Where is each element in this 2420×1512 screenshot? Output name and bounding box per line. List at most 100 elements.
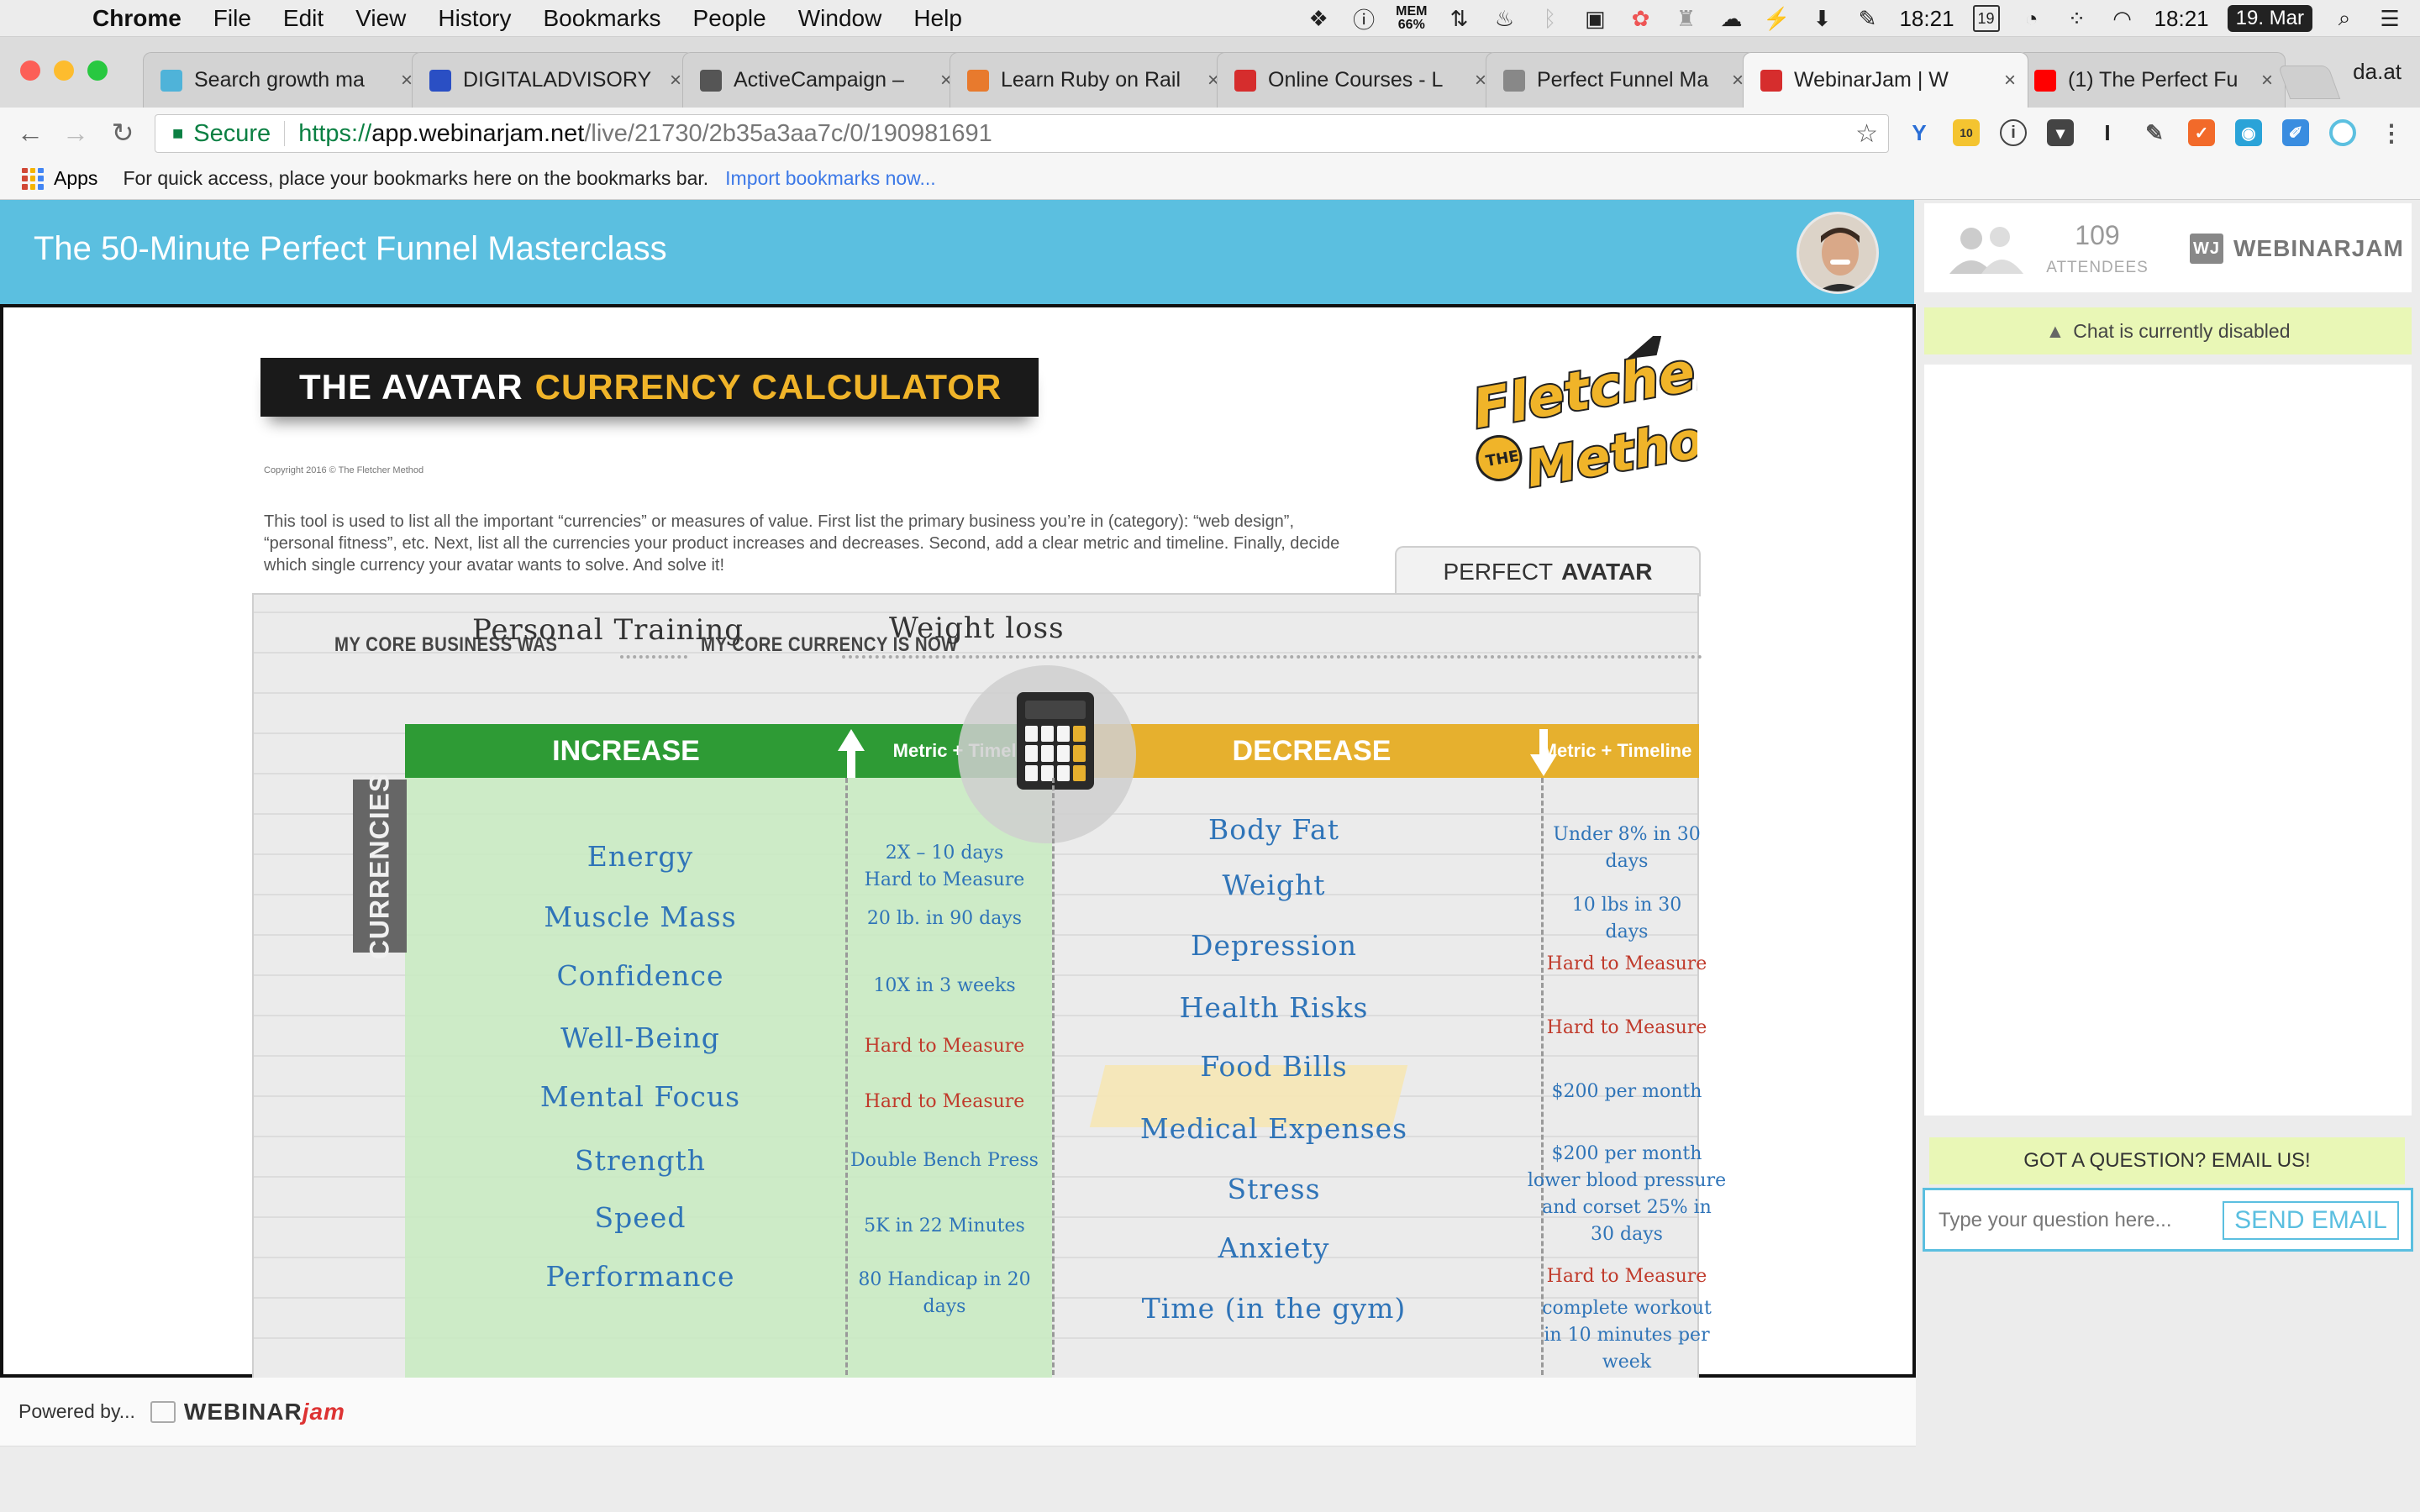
bolt-icon[interactable]: ⚡ — [1763, 5, 1790, 32]
send-email-button[interactable]: SEND EMAIL — [2223, 1201, 2399, 1240]
menubar-date[interactable]: 19. Mar — [2227, 5, 2312, 32]
browser-tab[interactable]: Perfect Funnel Ma × — [1486, 52, 1756, 108]
tab-close-icon[interactable]: × — [1732, 69, 1744, 92]
browser-tab[interactable]: WebinarJam | W × — [1743, 52, 2028, 108]
bookmark-star-icon[interactable]: ☆ — [1855, 119, 1878, 149]
download-icon[interactable]: ⬇ — [1808, 5, 1835, 32]
webinarjam-footer-logo[interactable]: WEBINAR jam — [150, 1399, 345, 1425]
close-window-icon[interactable] — [20, 60, 40, 81]
increase-currency-item: Strength — [574, 1144, 707, 1177]
share-icon[interactable]: ⁘ — [2064, 5, 2091, 32]
apps-grid-icon[interactable] — [22, 167, 44, 190]
fletcher-method-logo-icon: Fletcher THE Method — [1466, 327, 1746, 501]
browser-tab[interactable]: Search growth ma × — [143, 52, 425, 108]
apps-shortcut[interactable]: Apps — [54, 167, 97, 190]
menu-file[interactable]: File — [213, 5, 251, 32]
decrease-currency-item: Weight — [1222, 869, 1326, 901]
forward-arrow-icon[interactable]: → — [59, 116, 92, 150]
question-input[interactable] — [1939, 1204, 2224, 1237]
wifi-icon[interactable]: ◠ — [2109, 5, 2136, 32]
evernote-icon[interactable]: ✎ — [1854, 5, 1881, 32]
browser-toolbar: ← → ↻ ■ Secure https://app.webinarjam.ne… — [0, 108, 2420, 158]
extension-folder-icon[interactable]: 10 — [1953, 119, 1980, 146]
menu-window[interactable]: Window — [798, 5, 882, 32]
menu-help[interactable]: Help — [913, 5, 962, 32]
reload-icon[interactable]: ↻ — [106, 116, 139, 150]
profile-name[interactable]: da.at — [2353, 59, 2402, 85]
flame-icon[interactable]: ♨ — [1491, 5, 1518, 32]
browser-tab[interactable]: (1) The Perfect Fu × — [2017, 52, 2286, 108]
dropbox-icon[interactable]: ❖ — [1305, 5, 1332, 32]
extension-pocket-icon[interactable]: ▾ — [2047, 119, 2074, 146]
menubar-time-1[interactable]: 18:21 — [1899, 6, 1954, 32]
fletcher-method-logo: Fletcher THE Method — [1445, 327, 1746, 529]
chrome-menu-icon[interactable]: ⋮ — [2378, 119, 2405, 146]
chat-messages-area[interactable] — [1924, 365, 2412, 1116]
calendar-icon[interactable]: 19 — [1972, 5, 2000, 32]
menubar-time-2[interactable]: 18:21 — [2154, 6, 2209, 32]
bookmarks-bar: Apps For quick access, place your bookma… — [0, 158, 2420, 200]
bookmarks-hint: For quick access, place your bookmarks h… — [123, 167, 709, 189]
tab-title: (1) The Perfect Fu — [2068, 68, 2238, 92]
menu-people[interactable]: People — [693, 5, 766, 32]
menu-app-chrome[interactable]: Chrome — [92, 5, 182, 32]
url-protocol: https:// — [298, 119, 372, 147]
banner-title-a: THE AVATAR — [299, 367, 523, 407]
webinarjam-logo-icon: WJ — [2190, 234, 2223, 264]
sync-icon[interactable]: ✿ — [1627, 5, 1654, 32]
presenter-avatar — [1797, 212, 1879, 294]
app-icon[interactable]: ▣ — [1581, 5, 1608, 32]
tab-close-icon[interactable]: × — [2261, 69, 2273, 92]
footer-brand-b: jam — [302, 1398, 345, 1425]
tab-title: ActiveCampaign – — [734, 68, 904, 92]
browser-tab[interactable]: ActiveCampaign – × — [682, 52, 965, 108]
tab-favicon-icon — [1760, 69, 1782, 92]
tab-close-icon[interactable]: × — [1475, 69, 1486, 92]
menu-bookmarks[interactable]: Bookmarks — [543, 5, 660, 32]
menu-view[interactable]: View — [355, 5, 406, 32]
increase-currency-item: Energy — [587, 840, 694, 873]
new-tab-button[interactable] — [2277, 66, 2341, 99]
url-host: app.webinarjam.net — [371, 119, 585, 147]
extension-1password-icon[interactable]: i — [2000, 119, 2027, 146]
notification-center-icon[interactable]: ☰ — [2376, 5, 2403, 32]
increase-arrow-icon — [838, 729, 865, 751]
increase-currency-item: Performance — [545, 1260, 735, 1293]
tab-close-icon[interactable]: × — [670, 69, 681, 92]
tab-close-icon[interactable]: × — [2004, 69, 2016, 92]
timer-icon[interactable]: ◔ — [2018, 5, 2045, 32]
decrease-currency-item: Depression — [1191, 929, 1357, 962]
network-icon[interactable]: ⇅ — [1445, 5, 1472, 32]
spotlight-search-icon[interactable]: ⌕ — [2331, 5, 2358, 32]
extension-blue-icon[interactable]: ◉ — [2235, 119, 2262, 146]
minimize-window-icon[interactable] — [54, 60, 74, 81]
extension-v-icon[interactable]: Y — [1906, 119, 1933, 146]
menu-history[interactable]: History — [438, 5, 511, 32]
info-icon[interactable]: ⓘ — [1350, 5, 1377, 33]
increase-currency-item: Mental Focus — [539, 1080, 741, 1113]
extension-pencil-icon[interactable]: ✐ — [2282, 119, 2309, 146]
extension-cursor-icon[interactable]: I — [2094, 119, 2121, 146]
extension-circle-icon[interactable] — [2329, 119, 2356, 146]
cloud-icon[interactable]: ☁ — [1718, 5, 1744, 32]
import-bookmarks-link[interactable]: Import bookmarks now... — [725, 167, 936, 190]
tab-title: Perfect Funnel Ma — [1537, 68, 1709, 92]
zoom-window-icon[interactable] — [87, 60, 108, 81]
bluetooth-icon[interactable]: ᛒ — [1536, 5, 1563, 32]
browser-tab[interactable]: Online Courses - L × — [1217, 52, 1499, 108]
question-heading: GOT A QUESTION? EMAIL US! — [1929, 1137, 2405, 1184]
train-icon[interactable]: ♜ — [1672, 5, 1699, 32]
memory-indicator[interactable]: MEM 66% — [1396, 5, 1427, 32]
address-bar[interactable]: ■ Secure https://app.webinarjam.net/live… — [155, 114, 1889, 153]
decrease-currency-item: Medical Expenses — [1139, 1112, 1408, 1145]
browser-tab[interactable]: Learn Ruby on Rail × — [950, 52, 1232, 108]
back-arrow-icon[interactable]: ← — [13, 116, 47, 150]
extension-orange-icon[interactable]: ✓ — [2188, 119, 2215, 146]
video-stage[interactable]: THE AVATAR CURRENCY CALCULATOR Copyright… — [0, 304, 1916, 1383]
calculator-icon — [1017, 692, 1094, 790]
extension-evernote-icon[interactable]: ✎ — [2141, 119, 2168, 146]
tab-close-icon[interactable]: × — [401, 69, 413, 92]
browser-tab[interactable]: DIGITALADVISORY × — [412, 52, 694, 108]
menu-edit[interactable]: Edit — [283, 5, 324, 32]
powered-by-label: Powered by... — [18, 1400, 135, 1422]
